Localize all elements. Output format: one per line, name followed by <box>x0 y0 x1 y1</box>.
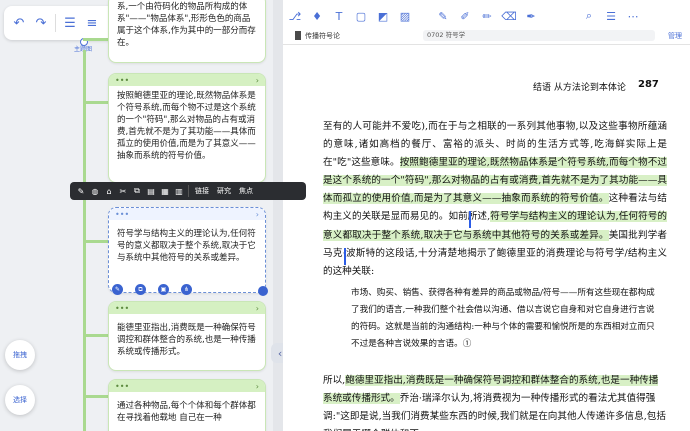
paragraph-text: 所以, <box>323 375 346 386</box>
rect-select-icon[interactable]: ▢ <box>351 6 371 26</box>
paste-icon[interactable]: ▤ <box>144 187 158 196</box>
copy-icon[interactable]: ⧉ <box>135 284 146 295</box>
block-quote: 市场、购买、销售、获得各种有差异的商品或物品/符号——所有这些现在都构成了我们的… <box>351 288 655 349</box>
mindmap-card[interactable]: ••• › 通过各种物品,每个个体和每个群体都在寻找着他载地 自己在一种 <box>108 379 266 431</box>
card-header: ••• › <box>109 74 265 86</box>
card-context-menu: ✎ ◍ ⌂ ✂ ⧉ ▤ ▦ ▥ 链接 研究 焦点 <box>70 182 306 200</box>
running-head: 结语 从方法论到本体论 <box>533 83 626 93</box>
palette-icon[interactable]: ◍ <box>88 187 102 196</box>
connector-branch <box>83 395 108 398</box>
card-dots-icon[interactable]: ••• <box>115 76 129 85</box>
edit-icon[interactable]: ✎ <box>74 187 88 196</box>
select-mode-button[interactable]: 选择 <box>5 385 35 415</box>
text-icon[interactable]: T <box>329 6 349 26</box>
outline-icon[interactable]: ☰ <box>59 12 81 34</box>
book-title: 传播符号论 <box>305 32 340 40</box>
split-divider[interactable] <box>273 0 283 431</box>
mindmap-card[interactable]: 系,一个由符码化的物品所构成的体系"——"物品体系",形形色色的商品属于这个体系… <box>108 0 266 63</box>
card-action-icons: ✎ ⧉ ▣ ⋔ <box>112 284 192 295</box>
mind-map-icon[interactable]: ⎇ <box>285 6 305 26</box>
marker-icon[interactable]: ✐ <box>455 6 475 26</box>
page-paragraph: 所以,鲍德里亚指出,消费既是一种确保符号调控和群体整合的系统,也是一种传播系统或… <box>323 372 667 431</box>
connector-branch <box>83 38 108 41</box>
selection-end-handle[interactable] <box>344 248 346 265</box>
mindmap-card[interactable]: ••• › 能德里亚指出,消费既是一种确保符号调控和群体整合的系统,也是一种传播系… <box>108 301 266 371</box>
card-dots-icon[interactable]: ••• <box>115 210 129 219</box>
mindmap-panel: ↶ ↷ ☰ ≡ ⊞ ⇥ ⌕ 主题图 系,一个由符码化的物品所构成的体系"——"物… <box>0 0 273 431</box>
chart-icon[interactable]: ◩ <box>373 6 393 26</box>
manage-button[interactable]: 管理 <box>668 31 682 41</box>
list-icon[interactable]: ☰ <box>601 6 621 26</box>
expand-arrow-icon[interactable]: › <box>256 382 259 391</box>
search-icon[interactable]: ⌕ <box>579 6 599 26</box>
drag-mode-button[interactable]: 拖拽 <box>5 340 35 370</box>
comment-icon[interactable]: ✎ <box>112 284 123 295</box>
resize-handle[interactable] <box>258 286 268 296</box>
undo-icon[interactable]: ↶ <box>8 12 30 34</box>
pen-icon[interactable]: ✎ <box>433 6 453 26</box>
card-text: 通过各种物品,每个个体和每个群体都在寻找着他载地 自己在一种 <box>117 401 256 423</box>
card-header: ••• › <box>109 208 265 220</box>
eraser-icon[interactable]: ⌫ <box>499 6 519 26</box>
pdf-reader-panel: ⎇ ♦ T ▢ ◩ ▨ ✎ ✐ ✏ ⌫ ✒ ⌕ ☰ ⋯ 传播符号论 0702 符… <box>283 0 690 431</box>
image-icon[interactable]: ▨ <box>395 6 415 26</box>
tag-icon[interactable]: ⌂ <box>102 187 116 196</box>
reader-toolbar: ⎇ ♦ T ▢ ◩ ▨ ✎ ✐ ✏ ⌫ ✒ ⌕ ☰ ⋯ <box>283 4 690 28</box>
menu-divider <box>188 185 189 197</box>
document-header: 传播符号论 0702 符号学 管理 <box>283 28 690 45</box>
connector-branch <box>83 334 108 337</box>
page-paragraph: 至有的人可能并不爱吃),而在于与之相联的一系列其他事物,以及这些事物所蕴涵的意味… <box>323 118 667 281</box>
color-marker-icon[interactable]: ✒ <box>521 6 541 26</box>
link-menu-item[interactable]: 链接 <box>191 186 213 196</box>
toolbar-divider <box>55 14 56 32</box>
expand-arrow-icon[interactable]: › <box>256 76 259 85</box>
selection-start-handle[interactable] <box>469 211 471 228</box>
card-text: 系,一个由符码化的物品所构成的体系"——"物品体系",形形色色的商品属于这个体系… <box>117 2 256 48</box>
redo-icon[interactable]: ↷ <box>30 12 52 34</box>
card-header: ••• › <box>109 380 265 392</box>
marker-dark-icon[interactable]: ✏ <box>477 6 497 26</box>
card-dots-icon[interactable]: ••• <box>115 382 129 391</box>
expand-arrow-icon[interactable]: › <box>256 210 259 219</box>
share-icon[interactable]: ⋔ <box>181 284 192 295</box>
list-icon[interactable]: ≡ <box>81 12 103 34</box>
more-icon[interactable]: ⋯ <box>623 6 643 26</box>
research-menu-item[interactable]: 研究 <box>213 186 235 196</box>
connector-branch <box>83 240 108 243</box>
delete-icon[interactable]: ▥ <box>172 187 186 196</box>
card-header: ••• › <box>109 302 265 314</box>
card-dots-icon[interactable]: ••• <box>115 304 129 313</box>
focus-menu-item[interactable]: 焦点 <box>235 186 257 196</box>
chapter-selector[interactable]: 0702 符号学 <box>423 30 655 41</box>
copy-icon[interactable]: ⧉ <box>130 186 144 196</box>
card-text: 符号学与结构主义的理论认为,任何符号的意义都取决于整个系统,取决于它与系统中其他… <box>117 229 256 263</box>
connector-branch <box>83 101 108 104</box>
card-text: 能德里亚指出,消费既是一种确保符号调控和群体整合的系统,也是一种传播系统或传播形… <box>117 323 256 357</box>
page-number: 287 <box>638 79 659 90</box>
mindmap-card-selected[interactable]: ••• › 符号学与结构主义的理论认为,任何符号的意义都取决于整个系统,取决于它与… <box>108 207 266 293</box>
expand-arrow-icon[interactable]: › <box>256 304 259 313</box>
card-text: 按照鲍德里亚的理论,既然物品体系是个符号系统,而每个物不过是这个系统的一个"符码… <box>117 91 256 161</box>
mindmap-card[interactable]: ••• › 按照鲍德里亚的理论,既然物品体系是个符号系统,而每个物不过是这个系统的… <box>108 73 266 183</box>
image-icon[interactable]: ▣ <box>158 284 169 295</box>
paste-special-icon[interactable]: ▦ <box>158 187 172 196</box>
highlight-icon[interactable]: ♦ <box>307 6 327 26</box>
cut-icon[interactable]: ✂ <box>116 187 130 196</box>
book-icon <box>295 31 301 40</box>
